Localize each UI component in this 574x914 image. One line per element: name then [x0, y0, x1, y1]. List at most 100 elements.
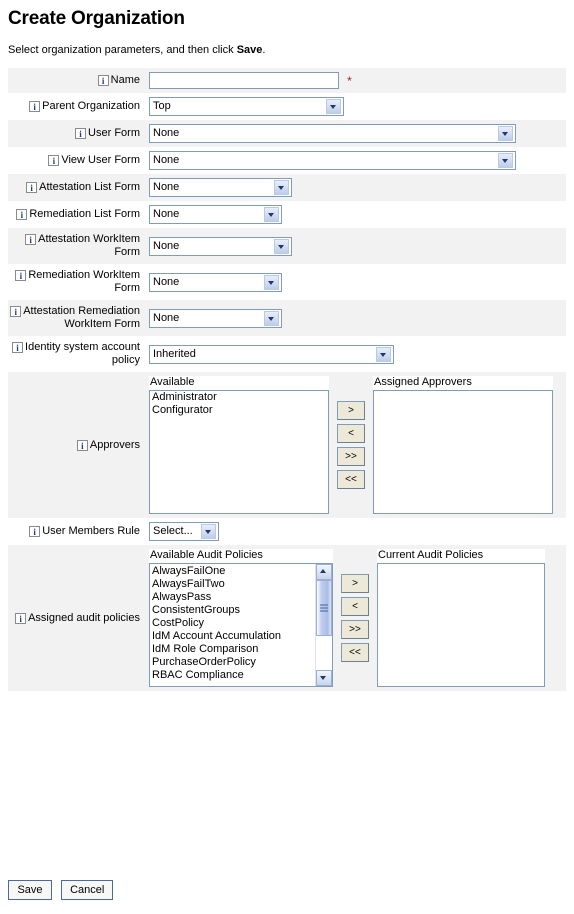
- page-instructions: Select organization parameters, and then…: [0, 30, 574, 68]
- audit-policies-move-left-button[interactable]: <: [341, 597, 369, 616]
- user-form-select[interactable]: None: [149, 124, 516, 143]
- info-icon[interactable]: i: [97, 75, 109, 86]
- info-icon[interactable]: i: [15, 612, 27, 624]
- attestation-workitem-form-select[interactable]: None: [149, 236, 292, 256]
- audit-policies-move-all-right-button[interactable]: >>: [341, 620, 369, 639]
- audit-policies-move-right-button[interactable]: >: [341, 574, 369, 593]
- label-remediation-workitem-form-text: Remediation WorkItem Form: [28, 269, 140, 294]
- label-attestation-workitem-form-text: Attestation WorkItem Form: [38, 233, 140, 258]
- list-item[interactable]: ConsistentGroups: [150, 604, 315, 617]
- list-item[interactable]: Administrator: [150, 391, 328, 404]
- form-row-assigned-audit-policies: i Assigned audit policies Available Audit…: [8, 545, 566, 691]
- field-attestation-workitem-form: None: [144, 228, 566, 264]
- chevron-down-icon[interactable]: [498, 126, 513, 141]
- approvers-assigned-header: Assigned Approvers: [373, 376, 553, 390]
- scrollbar-thumb[interactable]: [316, 580, 332, 636]
- chevron-down-icon[interactable]: [326, 99, 341, 114]
- list-item[interactable]: CostPolicy: [150, 617, 315, 630]
- audit-policies-available-column: Available Audit Policies AlwaysFailOne A…: [149, 549, 333, 687]
- list-item[interactable]: AlwaysFailOne: [150, 565, 315, 578]
- attestation-list-form-select[interactable]: None: [149, 178, 292, 197]
- remediation-workitem-form-value: None: [153, 275, 180, 288]
- list-item[interactable]: AlwaysFailTwo: [150, 578, 315, 591]
- parent-organization-select[interactable]: Top: [149, 97, 344, 116]
- field-remediation-workitem-form: None: [144, 264, 566, 300]
- approvers-available-listbox[interactable]: Administrator Configurator: [149, 390, 329, 514]
- info-icon[interactable]: i: [76, 439, 88, 451]
- info-icon[interactable]: i: [29, 526, 41, 537]
- audit-policies-available-header: Available Audit Policies: [149, 549, 333, 563]
- label-approvers-text: Approvers: [89, 438, 140, 451]
- label-attestation-list-form: i Attestation List Form: [8, 174, 144, 201]
- info-icon[interactable]: i: [15, 270, 27, 281]
- info-icon[interactable]: i: [12, 342, 24, 353]
- chevron-down-icon[interactable]: [264, 207, 279, 222]
- info-icon[interactable]: i: [10, 306, 22, 317]
- label-user-form-text: User Form: [88, 127, 140, 139]
- chevron-down-icon[interactable]: [274, 238, 289, 254]
- attestation-list-form-value: None: [153, 181, 180, 193]
- view-user-form-value: None: [153, 154, 180, 166]
- audit-policies-available-listbox[interactable]: AlwaysFailOne AlwaysFailTwo AlwaysPass C…: [149, 563, 333, 687]
- form-row-view-user-form: i View User Form None: [8, 147, 566, 174]
- attestation-remediation-workitem-form-select[interactable]: None: [149, 308, 282, 328]
- label-attestation-workitem-form: i Attestation WorkItem Form: [8, 228, 144, 264]
- info-icon[interactable]: i: [29, 101, 41, 112]
- organization-form: i Name * i Parent Organization Top i User F…: [8, 68, 566, 691]
- audit-policies-move-all-left-button[interactable]: <<: [341, 643, 369, 662]
- attestation-remediation-workitem-form-value: None: [153, 311, 180, 324]
- user-members-rule-select[interactable]: Select...: [149, 522, 219, 541]
- approvers-available-header: Available: [149, 376, 329, 390]
- list-item[interactable]: IdM Account Accumulation: [150, 630, 315, 643]
- chevron-down-icon[interactable]: [201, 524, 216, 539]
- form-row-attestation-remediation-workitem-form: i Attestation Remediation WorkItem Form N…: [8, 300, 566, 336]
- scrollbar-track[interactable]: [316, 580, 332, 670]
- identity-system-account-policy-select[interactable]: Inherited: [149, 344, 394, 364]
- chevron-down-icon[interactable]: [274, 180, 289, 195]
- audit-policies-dual-list: Available Audit Policies AlwaysFailOne A…: [149, 549, 564, 687]
- approvers-assigned-listbox[interactable]: [373, 390, 553, 514]
- chevron-down-icon[interactable]: [376, 346, 391, 362]
- name-input[interactable]: [149, 72, 339, 89]
- approvers-move-left-button[interactable]: <: [337, 424, 365, 443]
- remediation-list-form-select[interactable]: None: [149, 205, 282, 224]
- label-remediation-list-form: i Remediation List Form: [8, 201, 144, 228]
- remediation-list-form-value: None: [153, 208, 180, 220]
- list-item[interactable]: RBAC Compliance: [150, 669, 315, 682]
- info-icon[interactable]: i: [48, 155, 60, 166]
- audit-policies-scrollbar[interactable]: [315, 564, 332, 686]
- page-title: Create Organization: [8, 8, 185, 29]
- label-name: i Name: [8, 68, 144, 93]
- instructions-save-emphasis: Save: [236, 44, 263, 56]
- approvers-move-right-button[interactable]: >: [337, 401, 365, 420]
- label-remediation-list-form-text: Remediation List Form: [29, 208, 140, 220]
- info-icon[interactable]: i: [26, 182, 38, 193]
- info-icon[interactable]: i: [16, 209, 28, 220]
- approvers-assigned-column: Assigned Approvers: [373, 376, 553, 514]
- label-user-members-rule-text: User Members Rule: [42, 525, 140, 537]
- form-row-user-members-rule: i User Members Rule Select...: [8, 518, 566, 545]
- scroll-up-arrow-icon[interactable]: [316, 564, 332, 580]
- approvers-move-all-right-button[interactable]: >>: [337, 447, 365, 466]
- cancel-button[interactable]: Cancel: [61, 880, 114, 900]
- list-item[interactable]: IdM Role Comparison: [150, 643, 315, 656]
- approvers-move-all-left-button[interactable]: <<: [337, 470, 365, 489]
- chevron-down-icon[interactable]: [264, 274, 279, 290]
- field-attestation-remediation-workitem-form: None: [144, 300, 566, 336]
- remediation-workitem-form-select[interactable]: None: [149, 272, 282, 292]
- info-icon[interactable]: i: [75, 128, 87, 139]
- info-icon[interactable]: i: [25, 234, 37, 245]
- list-item[interactable]: Configurator: [150, 404, 328, 417]
- audit-policies-current-listbox[interactable]: [377, 563, 545, 687]
- list-item[interactable]: PurchaseOrderPolicy: [150, 656, 315, 669]
- save-button[interactable]: Save: [8, 880, 52, 900]
- scrollbar-grip-icon: [320, 602, 328, 613]
- view-user-form-select[interactable]: None: [149, 151, 516, 170]
- field-remediation-list-form: None: [144, 201, 566, 228]
- audit-policies-current-column: Current Audit Policies: [377, 549, 545, 687]
- chevron-down-icon[interactable]: [498, 153, 513, 168]
- scroll-down-arrow-icon[interactable]: [316, 670, 332, 686]
- field-name: *: [144, 68, 566, 93]
- list-item[interactable]: AlwaysPass: [150, 591, 315, 604]
- chevron-down-icon[interactable]: [264, 310, 279, 326]
